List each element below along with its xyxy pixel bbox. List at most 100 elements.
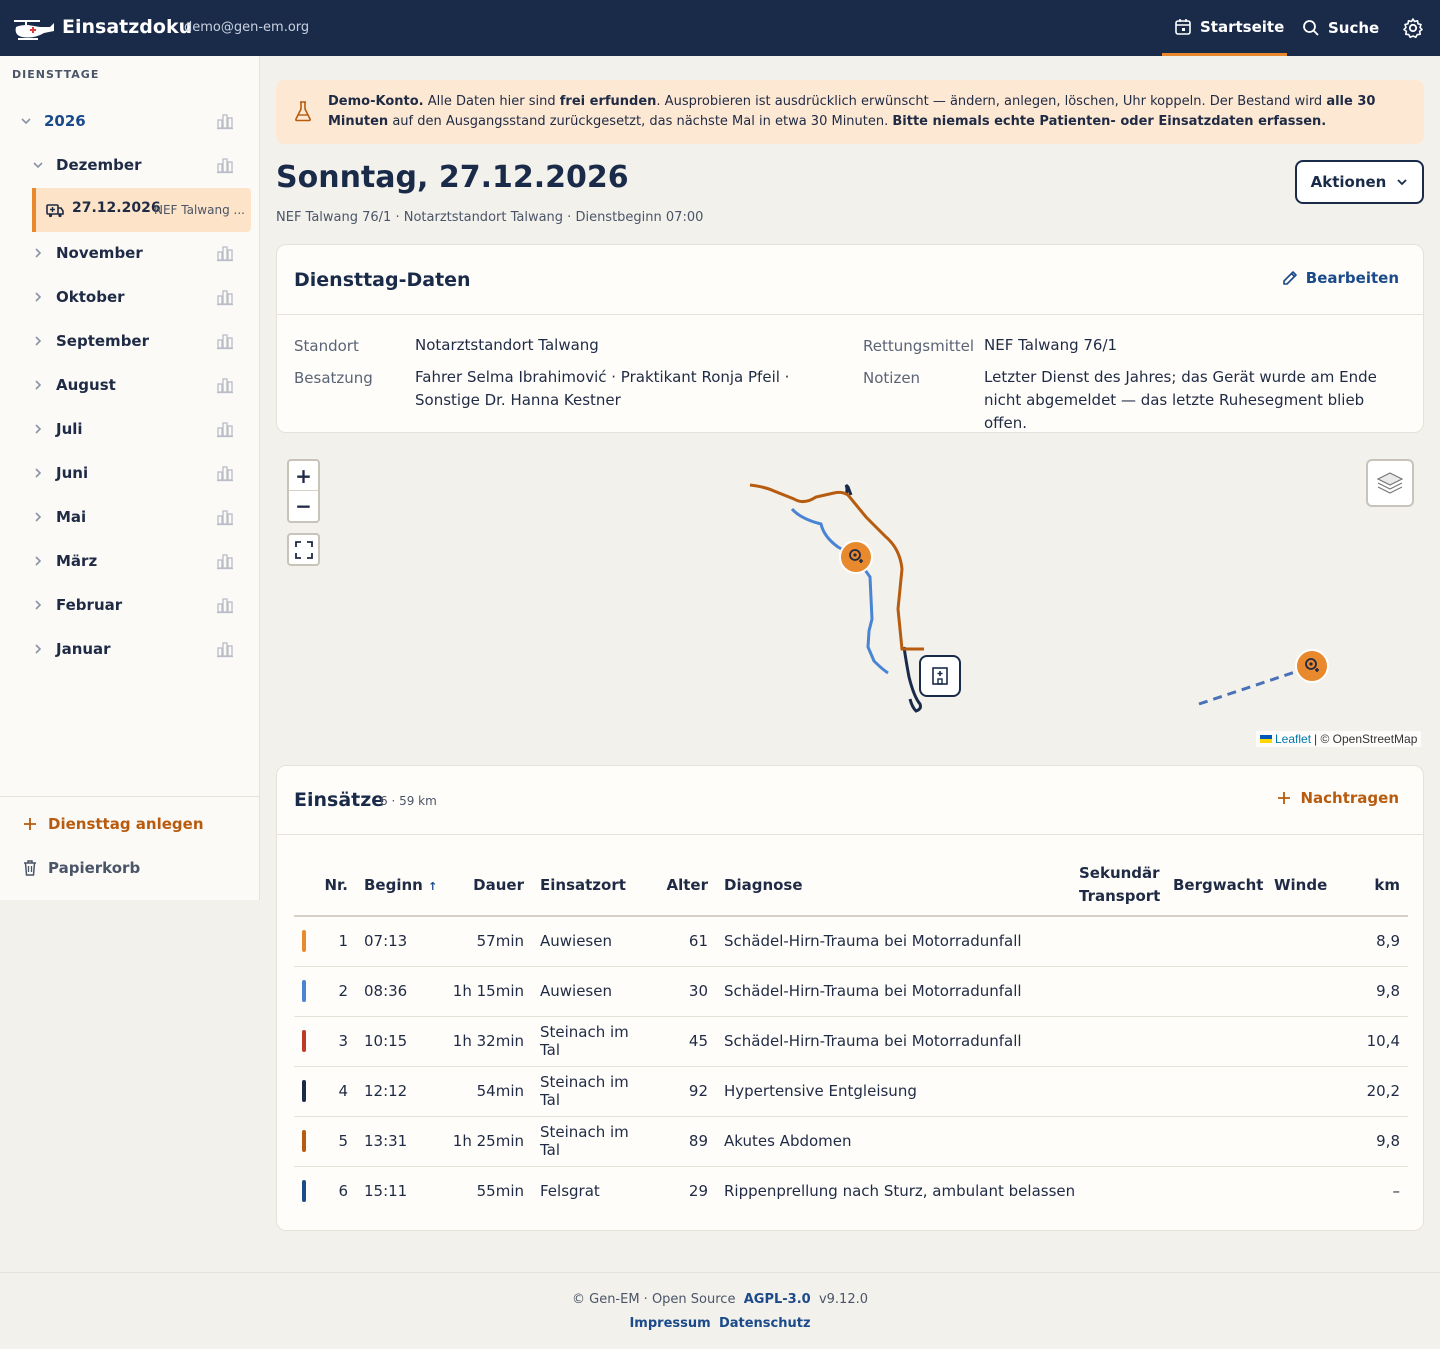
- mission-color-bar: [302, 1180, 306, 1203]
- footer-line-1: © Gen-EM · Open Source AGPL-3.0 v9.12.0: [0, 1292, 1440, 1307]
- sidebar-year-2026[interactable]: 2026: [0, 101, 250, 141]
- statistics-icon[interactable]: [216, 376, 234, 394]
- hospital-marker[interactable]: [919, 655, 961, 697]
- leaflet-link[interactable]: Leaflet: [1275, 732, 1311, 746]
- cell-beginn: 08:36: [348, 966, 438, 1017]
- table-row[interactable]: 5 13:31 1h 25min Steinach im Tal 89 Akutes Ab…: [294, 1116, 1408, 1167]
- cell-dauer: 54min: [438, 1066, 524, 1117]
- cell-alter: 45: [648, 1016, 708, 1067]
- sidebar-month-item[interactable]: März: [0, 541, 250, 581]
- cell-dauer: 55min: [476, 1182, 524, 1201]
- mission-marker-icon[interactable]: [1294, 648, 1330, 684]
- cell-einsatzort: Steinach im Tal: [524, 1066, 648, 1117]
- col-km[interactable]: km: [1344, 855, 1408, 917]
- cell-diagnose: Schädel-Hirn-Trauma bei Motorradunfall: [708, 1016, 1079, 1067]
- statistics-icon[interactable]: [216, 244, 234, 262]
- cell-bergwacht: [1173, 966, 1274, 1017]
- table-row[interactable]: 4 12:12 54min Steinach im Tal 92 Hypertensive…: [294, 1066, 1408, 1117]
- chevron-right-icon: [35, 336, 42, 346]
- edit-duty-button[interactable]: Bearbeiten: [1282, 269, 1399, 287]
- statistics-icon[interactable]: [216, 156, 234, 174]
- statistics-icon[interactable]: [216, 464, 234, 482]
- col-beginn[interactable]: Beginn ↑: [348, 855, 438, 917]
- sidebar-month-item[interactable]: Oktober: [0, 277, 250, 317]
- table-row[interactable]: 6 15:11 55min Felsgrat 29 Rippenprellung nach…: [294, 1166, 1408, 1216]
- zoom-out-button[interactable]: −: [289, 491, 318, 521]
- add-mission-button[interactable]: Nachtragen: [1276, 789, 1399, 807]
- cell-nr: 3: [314, 1016, 348, 1067]
- col-bergwacht[interactable]: Bergwacht: [1173, 855, 1274, 917]
- map-attribution: Leaflet | © OpenStreetMap: [1256, 731, 1422, 747]
- table-header-row: Nr. Beginn ↑ Dauer Einsatzort Alter Diag…: [294, 855, 1408, 917]
- statistics-icon[interactable]: [216, 332, 234, 350]
- cell-km: 9,8: [1344, 1116, 1408, 1167]
- chevron-right-icon: [35, 600, 42, 610]
- footer-datenschutz-link[interactable]: Datenschutz: [719, 1316, 811, 1331]
- sidebar-month-item[interactable]: Mai: [0, 497, 250, 537]
- statistics-icon[interactable]: [216, 596, 234, 614]
- actions-dropdown-button[interactable]: Aktionen: [1295, 160, 1424, 204]
- chevron-down-icon: [1397, 179, 1407, 186]
- route-map[interactable]: + − Leaflet | © OpenStreetMap: [276, 449, 1424, 751]
- zoom-in-button[interactable]: +: [289, 461, 318, 491]
- table-row[interactable]: 3 10:15 1h 32min Steinach im Tal 45 Schädel-H…: [294, 1016, 1408, 1067]
- calendar-icon: [1175, 18, 1191, 35]
- mission-color-bar: [302, 980, 306, 1002]
- mission-color-bar: [302, 930, 306, 953]
- table-row[interactable]: 2 08:36 1h 15min Auwiesen 30 Schädel-Hirn-Tra…: [294, 966, 1408, 1017]
- col-winde[interactable]: Winde: [1274, 855, 1344, 917]
- cell-dauer: 1h 32min: [438, 1016, 524, 1067]
- table-row[interactable]: 1 07:13 57min Auwiesen 61 Schädel-Hirn-Trauma…: [294, 916, 1408, 967]
- create-duty-day-label: Diensttag anlegen: [48, 815, 204, 833]
- statistics-icon[interactable]: [216, 640, 234, 658]
- col-sekundaer-transport[interactable]: Sekundär Transport: [1079, 855, 1173, 917]
- sidebar-month-item[interactable]: August: [0, 365, 250, 405]
- create-duty-day-button[interactable]: Diensttag anlegen: [22, 815, 204, 833]
- cell-nr: 1: [314, 916, 348, 967]
- sidebar-month-item[interactable]: Juli: [0, 409, 250, 449]
- helicopter-logo-icon[interactable]: [10, 13, 56, 43]
- add-mission-label: Nachtragen: [1300, 789, 1399, 807]
- app-title[interactable]: Einsatzdoku: [62, 16, 192, 38]
- gear-icon: [1403, 18, 1423, 39]
- mission-color-bar: [302, 1080, 306, 1102]
- col-dauer[interactable]: Dauer: [438, 855, 524, 917]
- footer-license-link[interactable]: AGPL-3.0: [744, 1292, 811, 1307]
- mission-marker-icon[interactable]: [838, 539, 874, 575]
- footer-impressum-link[interactable]: Impressum: [629, 1316, 710, 1331]
- nav-startseite-label: Startseite: [1200, 17, 1285, 36]
- sidebar-month-item[interactable]: November: [0, 233, 250, 273]
- statistics-icon[interactable]: [216, 508, 234, 526]
- col-alter[interactable]: Alter: [648, 855, 708, 917]
- cell-km: 9,8: [1344, 966, 1408, 1017]
- cell-km: 8,9: [1344, 916, 1408, 967]
- settings-button[interactable]: [1402, 0, 1424, 56]
- layers-button[interactable]: [1366, 459, 1414, 507]
- fullscreen-button[interactable]: [287, 533, 320, 566]
- sidebar-month-label: August: [56, 376, 116, 394]
- statistics-icon[interactable]: [216, 420, 234, 438]
- nav-suche[interactable]: Suche: [1302, 0, 1379, 56]
- statistics-icon[interactable]: [216, 552, 234, 570]
- sidebar-month-label: Mai: [56, 508, 87, 526]
- cell-bergwacht: [1173, 1116, 1274, 1167]
- missions-meta: 6 · 59 km: [380, 794, 437, 808]
- cell-winde: [1274, 1166, 1344, 1216]
- col-nr[interactable]: Nr.: [314, 855, 348, 917]
- sidebar-month-dezember[interactable]: Dezember: [0, 145, 250, 185]
- sidebar-month-item[interactable]: Juni: [0, 453, 250, 493]
- sidebar-month-item[interactable]: September: [0, 321, 250, 361]
- col-beginn-label: Beginn: [364, 876, 423, 894]
- sidebar-month-item[interactable]: Februar: [0, 585, 250, 625]
- statistics-icon[interactable]: [216, 288, 234, 306]
- nav-startseite[interactable]: Startseite: [1162, 0, 1287, 56]
- col-diagnose[interactable]: Diagnose: [708, 855, 1079, 917]
- statistics-icon[interactable]: [216, 112, 234, 130]
- sidebar-day-location: NEF Talwang ...: [154, 203, 245, 217]
- sidebar-day-active[interactable]: 27.12.2026 NEF Talwang ...: [32, 188, 251, 232]
- col-einsatzort[interactable]: Einsatzort: [524, 855, 648, 917]
- sidebar-actions: Diensttag anlegen Papierkorb: [0, 796, 260, 877]
- trash-button[interactable]: Papierkorb: [22, 859, 140, 877]
- sidebar-month-item[interactable]: Januar: [0, 629, 250, 669]
- cell-dauer: 1h 15min: [438, 966, 524, 1017]
